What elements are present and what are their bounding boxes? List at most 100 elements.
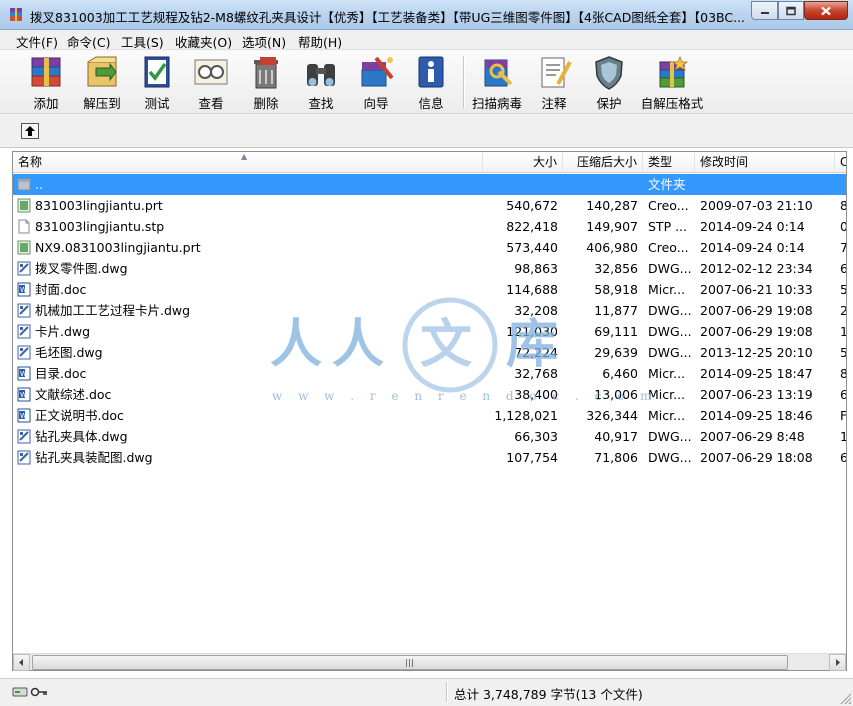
file-row[interactable]: 钻孔夹具体.dwg 66,303 40,917 DWG... 2007-06-29 8:… [13,426,846,447]
file-modified [700,174,835,195]
drive-icon [12,687,28,697]
file-crc: 7 [840,237,846,258]
column-modified[interactable]: 修改时间 [695,152,835,173]
file-type: DWG... [648,261,692,276]
column-name[interactable]: 名称 [13,152,483,173]
file-crc: 5 [840,279,846,300]
find-button[interactable]: 查找 [294,52,348,112]
file-type: STP ... [648,219,688,234]
horizontal-scrollbar[interactable] [13,653,846,671]
column-packed-size[interactable]: 压缩后大小 [563,152,643,173]
protect-button[interactable]: 保护 [582,52,636,112]
minimize-button[interactable] [751,1,778,20]
file-type: DWG... [648,429,692,444]
file-modified: 2012-02-12 23:34 [700,261,813,276]
file-size: 121,030 [506,324,558,339]
menu-favorites[interactable]: 收藏夹(O) [175,32,232,51]
file-size: 32,768 [514,366,558,381]
file-row[interactable]: 卡片.dwg 121,030 69,111 DWG... 2007-06-29 19:0… [13,321,846,342]
dwg-file-icon [17,261,31,276]
file-crc: 1 [840,426,846,447]
file-row[interactable]: 831003lingjiantu.prt 540,672 140,287 Creo..… [13,195,846,216]
file-crc: 2 [840,300,846,321]
comment-label: 注释 [541,96,567,111]
protect-label: 保护 [596,96,622,111]
status-divider [446,682,448,702]
close-button[interactable] [804,1,848,20]
virus-scan-icon [484,59,513,87]
doc-file-icon: W [17,387,31,402]
key-icon[interactable] [30,686,48,698]
address-bar [0,114,853,148]
file-crc: 8 [840,195,846,216]
file-row[interactable]: W 目录.doc 32,768 6,460 Micr... 2014-09-25 18:4… [13,363,846,384]
file-name: NX9.0831003lingjiantu.prt [35,240,201,255]
file-modified: 2009-07-03 21:10 [700,198,813,213]
add-button[interactable]: 添加 [19,52,73,112]
test-button[interactable]: 测试 [130,52,184,112]
file-modified: 2014-09-24 0:14 [700,240,805,255]
column-size[interactable]: 大小 [483,152,563,173]
menu-bar: 文件(F) 命令(C) 工具(S) 收藏夹(O) 选项(N) 帮助(H) [0,30,853,50]
dwg-file-icon [17,345,31,360]
file-row[interactable]: 毛坯图.dwg 72,224 29,639 DWG... 2013-12-25 20:1… [13,342,846,363]
column-crc[interactable]: C [835,152,846,173]
find-icon [307,64,335,86]
comment-button[interactable]: 注释 [527,52,581,112]
list-header: 名称 ▲ 大小 压缩后大小 类型 修改时间 C [13,152,846,173]
file-crc: 5 [840,342,846,363]
virus-scan-button[interactable]: 扫描病毒 [470,52,524,112]
file-row[interactable]: W 封面.doc 114,688 58,918 Micr... 2007-06-21 10… [13,279,846,300]
svg-text:W: W [20,391,27,399]
scroll-right-button[interactable] [829,654,846,671]
extract-to-button[interactable]: 解压到 [75,52,129,112]
file-row[interactable]: 机械加工工艺过程卡片.dwg 32,208 11,877 DWG... 2007-06-… [13,300,846,321]
file-row[interactable]: NX9.0831003lingjiantu.prt 573,440 406,980 C… [13,237,846,258]
file-crc: 0 [840,216,846,237]
wizard-button[interactable]: 向导 [349,52,403,112]
file-row[interactable]: 拨叉零件图.dwg 98,863 32,856 DWG... 2012-02-12 23… [13,258,846,279]
file-type: Micr... [648,408,686,423]
file-name: 831003lingjiantu.prt [35,198,163,213]
sfx-button[interactable]: 自解压格式 [640,52,704,112]
file-name: 钻孔夹具装配图.dwg [35,450,153,465]
file-row[interactable]: 钻孔夹具装配图.dwg 107,754 71,806 DWG... 2007-06-29… [13,447,846,468]
window-title: 拨叉831003加工工艺规程及钻2-M8螺纹孔夹具设计【优秀】【工艺装备类】【带… [30,10,745,25]
file-modified: 2007-06-21 10:33 [700,282,813,297]
scroll-right-icon [836,659,840,666]
file-row[interactable]: W 正文说明书.doc 1,128,021 326,344 Micr... 2014-09… [13,405,846,426]
menu-tools[interactable]: 工具(S) [121,32,164,51]
file-size: 573,440 [506,240,558,255]
file-crc: 6 [840,258,846,279]
scroll-left-icon [19,659,23,666]
scroll-thumb[interactable] [32,655,788,670]
toolbar: 添加 解压到 测试 查看 删除 查找 向导 信息 扫描病毒 注释 保护 自解压格… [0,50,853,114]
file-type: DWG... [648,450,692,465]
delete-button[interactable]: 删除 [239,52,293,112]
up-folder-button[interactable] [21,123,39,139]
menu-options[interactable]: 选项(N) [242,32,286,51]
menu-commands[interactable]: 命令(C) [67,32,110,51]
scroll-left-button[interactable] [13,654,30,671]
sfx-label: 自解压格式 [640,96,704,111]
info-button[interactable]: 信息 [404,52,458,112]
file-type: 文件夹 [648,177,686,192]
info-label: 信息 [418,96,444,111]
menu-file[interactable]: 文件(F) [16,32,58,51]
file-list[interactable]: 名称 ▲ 大小 压缩后大小 类型 修改时间 C .. 文件夹 831003lingj… [12,151,847,671]
file-row[interactable]: 831003lingjiantu.stp 822,418 149,907 STP ..… [13,216,846,237]
menu-help[interactable]: 帮助(H) [298,32,342,51]
file-row[interactable]: .. 文件夹 [13,174,846,195]
view-button[interactable]: 查看 [184,52,238,112]
file-name: 卡片.dwg [35,324,91,339]
resize-grip[interactable] [839,692,851,704]
file-packed: 69,111 [594,324,638,339]
scroll-grip-icon [406,659,414,667]
file-size: 107,754 [506,450,558,465]
column-type[interactable]: 类型 [643,152,695,173]
doc-file-icon: W [17,282,31,297]
maximize-button[interactable] [778,1,804,20]
file-size [483,174,558,195]
title-bar[interactable]: 拨叉831003加工工艺规程及钻2-M8螺纹孔夹具设计【优秀】【工艺装备类】【带… [0,0,853,30]
wizard-icon [361,56,394,87]
